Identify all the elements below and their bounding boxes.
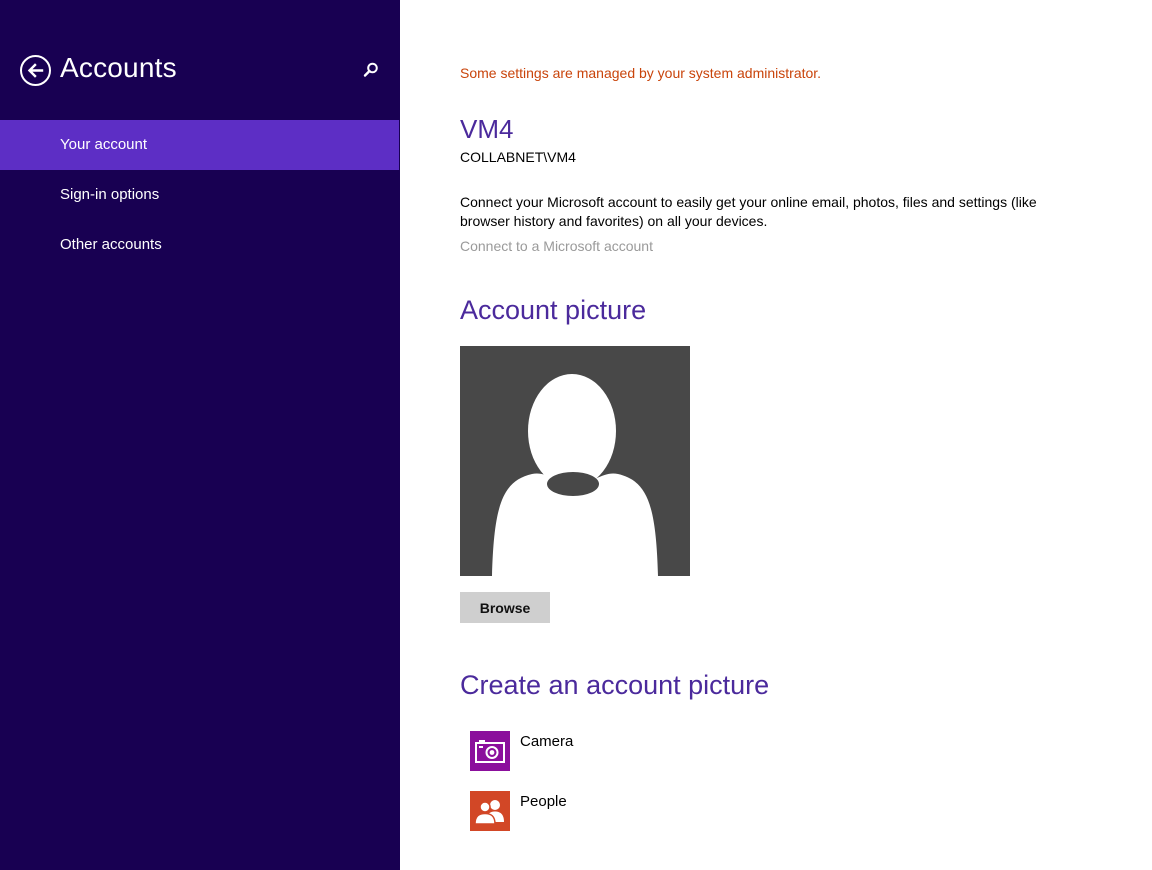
camera-label: Camera [520,733,574,750]
back-arrow-icon[interactable] [20,55,51,86]
create-picture-heading: Create an account picture [460,670,770,700]
camera-icon [470,731,510,771]
user-silhouette-icon [492,374,658,576]
page-title: Accounts [60,52,177,83]
connect-description: Connect your Microsoft account to easily… [460,194,1037,229]
avatar [460,346,690,576]
account-domain: COLLABNET\VM4 [460,149,576,165]
sidebar-item-your-account[interactable]: Your account [0,120,399,170]
sidebar-item-sign-in-options[interactable]: Sign-in options [0,170,400,220]
sidebar-item-other-accounts[interactable]: Other accounts [0,220,400,270]
people-label: People [520,793,567,810]
search-icon[interactable] [362,61,380,79]
admin-notice: Some settings are managed by your system… [460,65,822,81]
account-picture-heading: Account picture [460,295,647,325]
browse-button[interactable]: Browse [460,592,550,623]
connect-microsoft-account-link[interactable]: Connect to a Microsoft account [460,238,653,254]
people-icon [470,791,510,831]
account-name: VM4 [460,114,514,144]
sidebar: Accounts Your account Sign-in options Ot… [0,0,400,870]
sidebar-nav: Your account Sign-in options Other accou… [0,120,400,270]
main-content: Some settings are managed by your system… [400,0,1152,870]
